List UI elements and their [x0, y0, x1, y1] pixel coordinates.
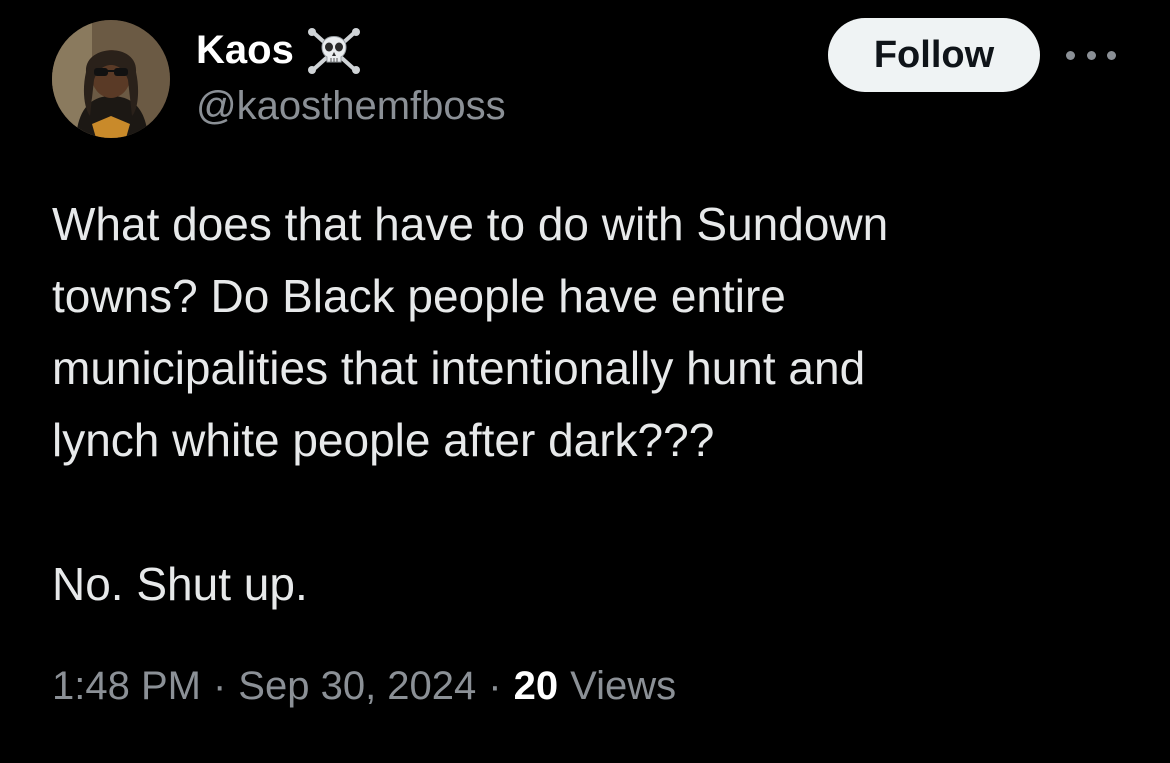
author-display-name[interactable]: Kaos — [196, 28, 294, 73]
tweet-meta: 1:48 PM · Sep 30, 2024 · 20 Views — [52, 664, 676, 709]
meta-separator: · — [488, 664, 502, 708]
views-count[interactable]: 20 — [514, 664, 559, 709]
dot — [1107, 50, 1116, 60]
meta-separator: · — [212, 664, 227, 708]
dot — [1086, 50, 1096, 60]
author-name-row: Kaos — [196, 24, 362, 76]
more-dots-icon[interactable] — [1066, 40, 1116, 70]
author-handle[interactable]: @kaosthemfboss — [196, 84, 506, 129]
avatar[interactable] — [52, 20, 170, 138]
dot — [1066, 50, 1075, 60]
avatar-image — [52, 20, 170, 138]
tweet: Kaos @kaosthemfboss Follow What does tha… — [0, 0, 1170, 763]
tweet-text: What does that have to do with Sundown t… — [52, 198, 889, 610]
tweet-date[interactable]: Sep 30, 2024 — [238, 664, 476, 709]
views-label[interactable]: Views — [570, 664, 676, 709]
follow-button[interactable]: Follow — [828, 18, 1040, 92]
skull-and-crossbones-icon — [306, 25, 362, 75]
tweet-time[interactable]: 1:48 PM — [52, 664, 201, 709]
